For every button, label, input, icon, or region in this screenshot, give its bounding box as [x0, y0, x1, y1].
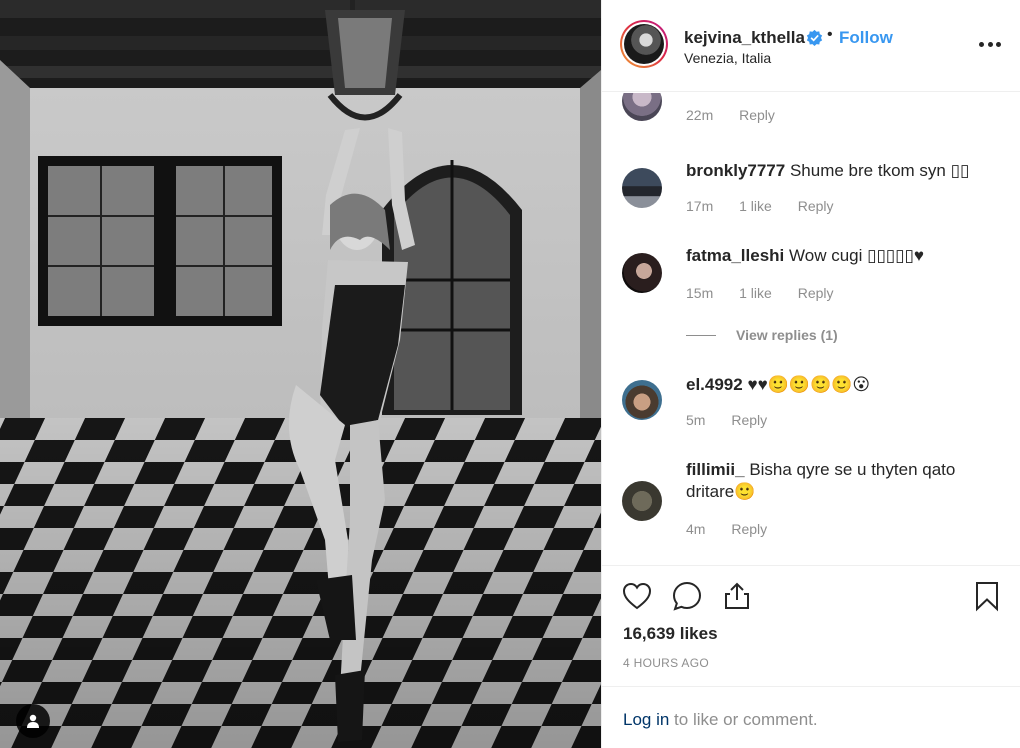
view-replies-button[interactable]: View replies (1) — [686, 327, 838, 343]
post-timestamp[interactable]: 4 HOURS AGO — [623, 656, 709, 670]
login-prompt-text: to like or comment. — [669, 710, 818, 729]
comment-text: ♥♥🙂🙂🙂🙂😮 — [747, 375, 871, 394]
comment-text: Shume bre tkom syn ▯▯ — [789, 161, 970, 180]
commenter-avatar[interactable] — [622, 253, 662, 293]
comment-time: 15m — [686, 285, 714, 301]
user-icon — [27, 714, 39, 728]
commenter-username[interactable]: fatma_lleshi — [686, 246, 784, 265]
tagged-users-button[interactable] — [16, 704, 50, 738]
share-icon[interactable] — [721, 580, 753, 612]
comment-time: 5m — [686, 412, 706, 428]
author-username[interactable]: kejvina_kthella — [684, 28, 805, 48]
author-avatar[interactable] — [620, 20, 668, 68]
reply-button[interactable]: Reply — [798, 285, 834, 301]
reply-button[interactable]: Reply — [798, 198, 834, 214]
comment-time: 17m — [686, 198, 714, 214]
login-link[interactable]: Log in — [623, 710, 669, 729]
reply-button[interactable]: Reply — [731, 412, 767, 428]
commenter-avatar[interactable] — [622, 168, 662, 208]
more-options-icon[interactable] — [979, 33, 1001, 55]
heart-icon[interactable] — [621, 580, 653, 612]
commenter-username[interactable]: bronkly7777 — [686, 161, 785, 180]
post-header: kejvina_kthella • Follow Venezia, Italia — [602, 0, 1020, 92]
post-side-panel: kejvina_kthella • Follow Venezia, Italia… — [601, 0, 1020, 748]
commenter-username[interactable]: fillimii_ — [686, 460, 745, 479]
comment-likes[interactable]: 1 like — [739, 198, 772, 214]
post-image — [0, 0, 601, 748]
commenter-avatar[interactable] — [622, 380, 662, 420]
login-prompt: Log in to like or comment. — [602, 686, 1020, 748]
view-replies-label: View replies (1) — [736, 327, 838, 343]
commenter-avatar[interactable] — [622, 93, 662, 121]
comment-likes[interactable]: 1 like — [739, 285, 772, 301]
comments-list[interactable]: 22m Reply bronkly7777 Shume bre tkom syn… — [602, 93, 1020, 565]
follow-button[interactable]: Follow — [839, 28, 893, 48]
commenter-avatar[interactable] — [622, 481, 662, 521]
separator-dot: • — [827, 26, 833, 43]
comment-time: 4m — [686, 521, 706, 537]
reply-button[interactable]: Reply — [731, 521, 767, 537]
comment-text: Wow cugi ▯▯▯▯▯♥ — [789, 246, 924, 265]
post-actions: 16,639 likes 4 HOURS AGO Log in to like … — [602, 565, 1020, 748]
post-location[interactable]: Venezia, Italia — [684, 50, 771, 66]
divider-line — [686, 334, 716, 336]
bookmark-icon[interactable] — [971, 580, 1003, 612]
commenter-username[interactable]: el.4992 — [686, 375, 743, 394]
comment-icon[interactable] — [671, 580, 703, 612]
post-photo[interactable] — [0, 0, 601, 748]
verified-badge-icon — [806, 29, 823, 46]
likes-count[interactable]: 16,639 likes — [623, 624, 718, 644]
comment-time: 22m — [686, 107, 714, 123]
reply-button[interactable]: Reply — [739, 107, 775, 123]
